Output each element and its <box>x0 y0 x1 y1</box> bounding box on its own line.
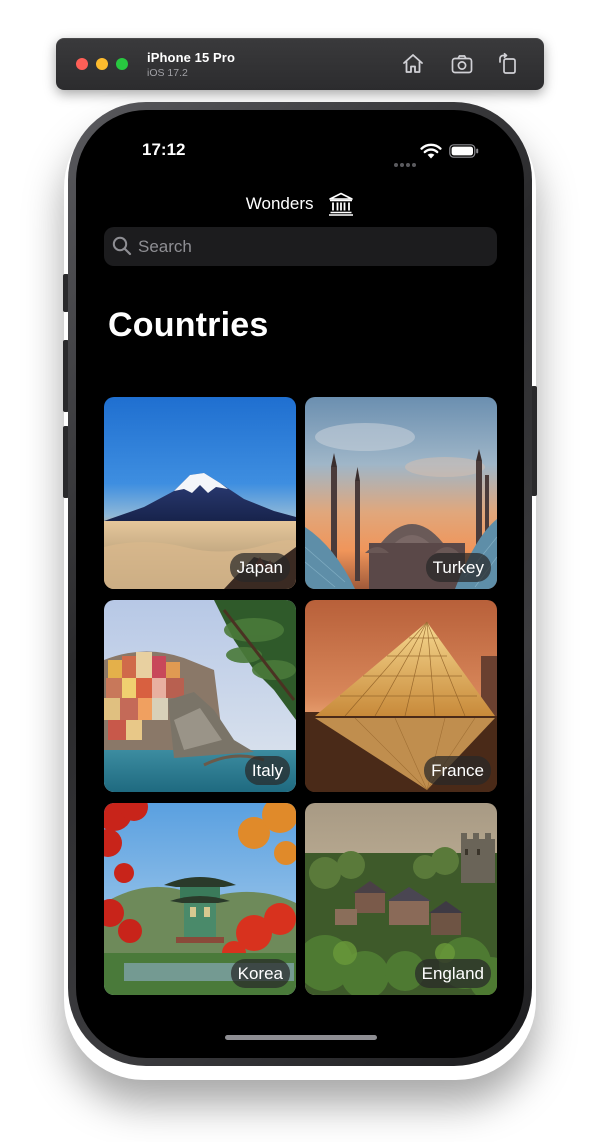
country-label: England <box>414 959 491 988</box>
country-card-turkey[interactable]: Turkey <box>305 397 497 589</box>
status-time: 17:12 <box>142 140 186 159</box>
nav-title: Wonders <box>76 192 524 216</box>
search-placeholder: Search <box>138 237 192 256</box>
phone-screen: 17:12 Wonders Search Countries Japan Tur… <box>76 110 524 1058</box>
country-card-england[interactable]: England <box>305 803 497 995</box>
country-label: France <box>424 756 491 785</box>
search-field[interactable]: Search <box>104 227 497 266</box>
countries-grid: Japan Turkey Italy France Korea England <box>104 397 497 995</box>
country-card-france[interactable]: France <box>305 600 497 792</box>
simulator-toolbar: iPhone 15 Pro iOS 17.2 <box>56 38 544 90</box>
country-label: Korea <box>230 959 290 988</box>
country-label: Turkey <box>425 553 491 582</box>
battery-icon <box>449 144 479 158</box>
country-label: Italy <box>244 756 290 785</box>
wifi-icon <box>420 143 442 159</box>
zoom-window-button[interactable] <box>116 58 128 70</box>
rotate-icon[interactable] <box>496 52 520 76</box>
screenshot-icon[interactable] <box>450 52 474 76</box>
home-icon[interactable] <box>401 52 425 76</box>
museum-icon <box>329 192 354 216</box>
minimize-window-button[interactable] <box>96 58 108 70</box>
nav-title-label: Wonders <box>245 194 314 213</box>
close-window-button[interactable] <box>76 58 88 70</box>
cellular-icon <box>394 154 418 172</box>
country-card-italy[interactable]: Italy <box>104 600 296 792</box>
magnifying-glass-icon <box>112 236 132 256</box>
os-version: iOS 17.2 <box>147 67 188 79</box>
page-title: Countries <box>108 306 269 344</box>
country-label: Japan <box>229 553 290 582</box>
country-card-japan[interactable]: Japan <box>104 397 296 589</box>
country-card-korea[interactable]: Korea <box>104 803 296 995</box>
home-indicator[interactable] <box>225 1035 377 1040</box>
device-name: iPhone 15 Pro <box>147 50 235 65</box>
